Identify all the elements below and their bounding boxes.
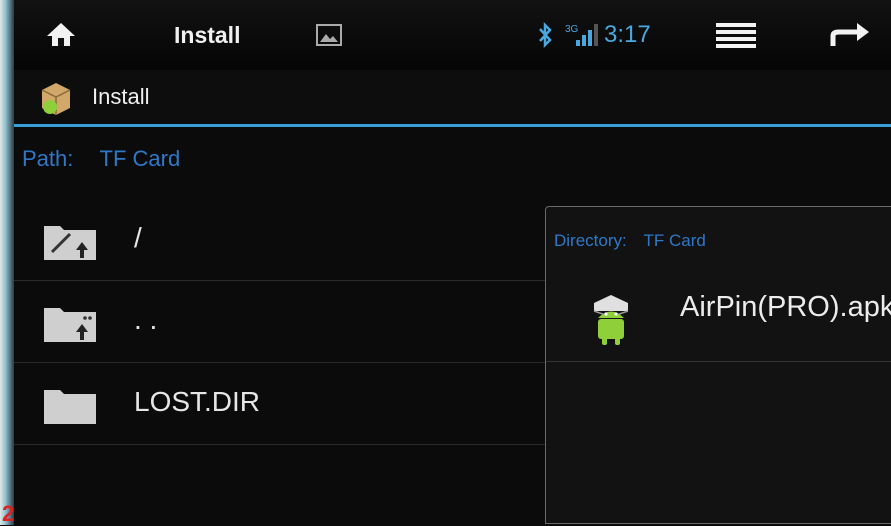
file-name: . .: [134, 304, 158, 335]
back-arrow-icon: [830, 23, 869, 46]
folder-icon: [42, 384, 98, 431]
menu-button[interactable]: [714, 0, 758, 70]
directory-label: Directory:: [554, 231, 627, 250]
bluetooth-icon: [536, 0, 554, 70]
page-number: 2: [2, 501, 15, 526]
home-icon: [47, 23, 75, 46]
home-button[interactable]: [44, 0, 78, 70]
path-label: Path:: [22, 146, 74, 171]
directory-value: TF Card: [643, 231, 706, 250]
android-apk-icon: [588, 291, 634, 352]
app-title: Install: [92, 84, 150, 109]
header-divider: [14, 124, 891, 127]
picture-notification-icon: [316, 0, 342, 70]
status-bar-title: Install: [174, 21, 241, 48]
status-bar: Install 3G 3:17: [14, 0, 891, 71]
directory-dialog: Directory: TF Card AirPin(PRO).apk: [545, 206, 891, 524]
apk-file-name: AirPin(PRO).apk: [680, 291, 891, 323]
folder-up-icon: [42, 302, 98, 349]
dialog-directory: Directory: TF Card: [554, 231, 706, 251]
file-name: LOST.DIR: [134, 386, 261, 417]
path-bar: Path: TF Card: [14, 146, 180, 172]
signal-icon: 3G: [564, 0, 600, 70]
file-name: /: [134, 222, 142, 253]
apk-list-item[interactable]: AirPin(PRO).apk: [546, 269, 891, 362]
folder-root-icon: [42, 220, 98, 267]
network-type-label: 3G: [565, 24, 579, 35]
path-value: TF Card: [99, 146, 181, 171]
menu-icon: [716, 23, 756, 48]
back-button[interactable]: [829, 0, 873, 70]
page-edge: [0, 0, 14, 525]
app-header: Install: [14, 70, 891, 124]
clock: 3:17: [604, 21, 651, 48]
installer-app-icon: [36, 80, 74, 121]
